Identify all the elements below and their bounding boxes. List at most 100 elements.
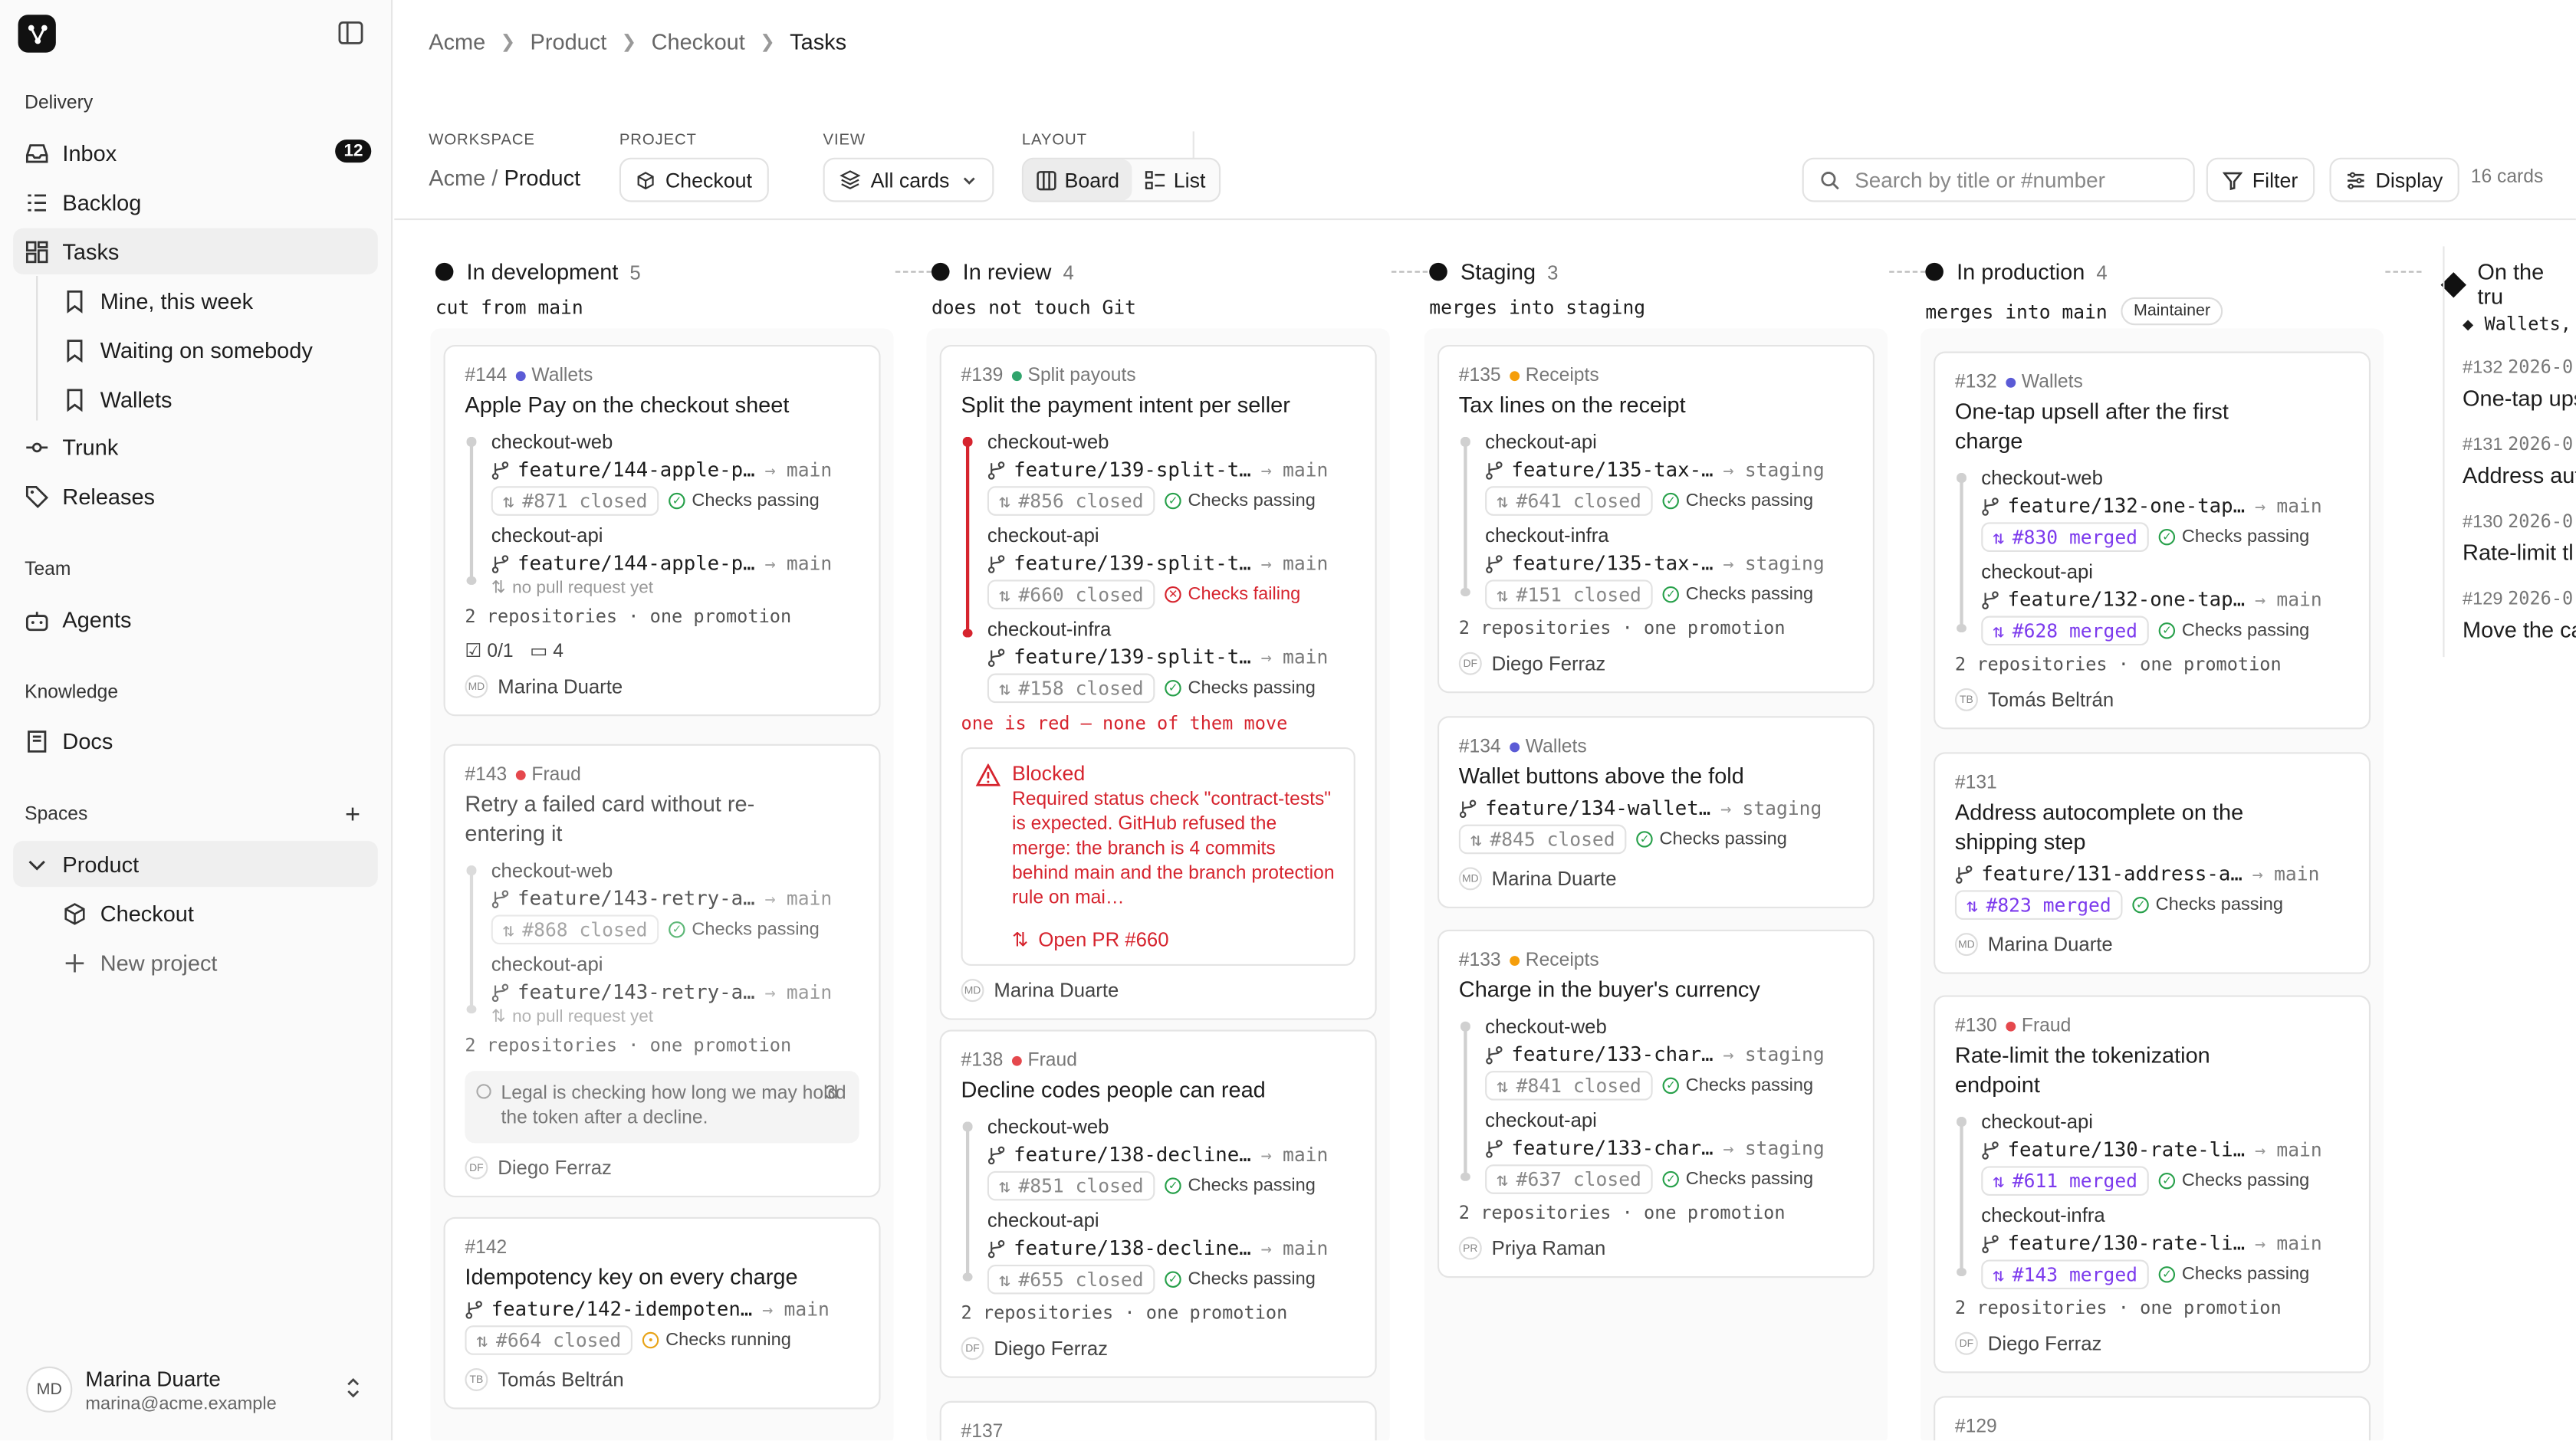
- checks-status: ✓ Checks passing: [2158, 621, 2309, 641]
- task-card-143[interactable]: #143 Fraud Retry a failed card without re…: [443, 743, 881, 1198]
- branch-target: main: [2276, 494, 2322, 517]
- search-input[interactable]: Search by title or #number: [1802, 157, 2195, 202]
- pr-badge[interactable]: ⇅ #841 closed: [1485, 1071, 1653, 1101]
- sidebar-item-label: Releases: [62, 484, 156, 509]
- column-count: 5: [629, 260, 641, 284]
- breadcrumb-checkout[interactable]: Checkout: [652, 30, 745, 54]
- sidebar-item-label: Product: [62, 852, 140, 877]
- note-age: 3d: [825, 1084, 846, 1104]
- card-title: Rate-limit the tokenization endpoint: [1954, 1042, 2210, 1098]
- trunk-item-title[interactable]: Move the ca: [2463, 618, 2576, 642]
- workspace-value[interactable]: Acme / Product: [429, 166, 580, 190]
- app-logo[interactable]: [18, 15, 56, 53]
- task-card-132[interactable]: #132 Wallets One-tap upsell after the fir…: [1934, 351, 2371, 730]
- sidebar-item-wallets[interactable]: Wallets: [49, 376, 378, 422]
- check-icon: ✓: [2132, 896, 2150, 914]
- user-menu[interactable]: MD Marina Duarte marina@acme.example: [13, 1350, 378, 1429]
- layout-list-button[interactable]: List: [1132, 159, 1218, 201]
- sidebar-item-inbox[interactable]: Inbox 12: [13, 130, 378, 176]
- breadcrumb-acme[interactable]: Acme: [429, 30, 485, 54]
- plus-icon: [65, 953, 84, 972]
- sidebar-item-agents[interactable]: Agents: [13, 596, 378, 642]
- pr-badge[interactable]: ⇅ #641 closed: [1485, 486, 1653, 516]
- chevron-right-icon: ❯: [760, 32, 775, 53]
- sidebar-item-releases[interactable]: Releases: [13, 473, 378, 519]
- sidebar-toggle-icon[interactable]: [338, 21, 363, 44]
- trunk-item-title[interactable]: Address aut: [2463, 463, 2576, 487]
- repo-list: checkout-api feature/135-tax-… → staging …: [1459, 430, 1853, 609]
- pr-badge[interactable]: ⇅ #611 merged: [1981, 1166, 2150, 1196]
- pr-badge[interactable]: ⇅ #851 closed: [987, 1170, 1155, 1201]
- breadcrumb-product[interactable]: Product: [531, 30, 607, 54]
- pr-badge[interactable]: ⇅ #628 merged: [1981, 615, 2150, 646]
- filter-button[interactable]: Filter: [2206, 157, 2315, 202]
- task-card-138[interactable]: #138 Fraud Decline codes people can read …: [939, 1029, 1377, 1378]
- tasks-icon: [25, 240, 48, 263]
- branch-row: feature/138-decline… → main: [987, 1237, 1355, 1260]
- task-card-130[interactable]: #130 Fraud Rate-limit the tokenization en…: [1934, 995, 2371, 1374]
- pr-badge[interactable]: ⇅ #868 closed: [491, 914, 659, 945]
- sidebar-item-trunk[interactable]: Trunk: [13, 424, 378, 470]
- pr-badge[interactable]: ⇅ #637 closed: [1485, 1164, 1653, 1194]
- sidebar-item-product[interactable]: Product: [13, 841, 378, 888]
- task-card-139[interactable]: #139 Split payouts Split the payment inte…: [939, 344, 1377, 1020]
- pr-badge[interactable]: ⇅ #871 closed: [491, 486, 659, 516]
- project-select[interactable]: Checkout: [619, 157, 769, 202]
- branch-icon: [987, 461, 1005, 479]
- pr-badge[interactable]: ⇅ #143 merged: [1981, 1259, 2150, 1290]
- task-card-137[interactable]: #137: [939, 1400, 1377, 1441]
- branch-row: feature/131-address-a… → main: [1955, 862, 2349, 885]
- branch-row: feature/135-tax-… → staging: [1485, 458, 1853, 481]
- pr-badge[interactable]: ⇅ #856 closed: [987, 486, 1155, 516]
- pr-badge[interactable]: ⇅ #655 closed: [987, 1264, 1155, 1295]
- layout-board-button[interactable]: Board: [1023, 159, 1133, 201]
- status-dot: [1429, 262, 1447, 281]
- task-card-134[interactable]: #134 Wallets Wallet buttons above the fol…: [1437, 716, 1875, 908]
- repo-rail: [1957, 1117, 1964, 1276]
- pr-icon: ⇅: [491, 1006, 506, 1027]
- branch-name: feature/139-split-t…: [1014, 458, 1251, 481]
- sidebar: Delivery Inbox 12 Backlog Tasks Mine, th…: [0, 0, 393, 1441]
- sidebar-item-backlog[interactable]: Backlog: [13, 179, 378, 225]
- pr-badge[interactable]: ⇅ #845 closed: [1458, 824, 1627, 855]
- checks-status: • Checks running: [642, 1331, 791, 1350]
- pr-badge[interactable]: ⇅ #830 merged: [1981, 522, 2150, 552]
- column-header-staging[interactable]: Staging 3: [1429, 260, 1558, 284]
- check-icon: ✓: [1662, 492, 1680, 510]
- repo-list: checkout-api feature/130-rate-li… → main …: [1955, 1111, 2349, 1290]
- task-card-131[interactable]: #131 Address autocomplete on the shippin…: [1934, 752, 2371, 974]
- pr-badge[interactable]: ⇅ #664 closed: [465, 1325, 633, 1355]
- new-project-button[interactable]: New project: [49, 940, 378, 986]
- display-button[interactable]: Display: [2329, 157, 2459, 202]
- view-label: VIEW: [823, 131, 866, 149]
- card-id: #131: [1954, 773, 1997, 793]
- checks-label: Checks passing: [1188, 1176, 1316, 1196]
- card-id: #138: [961, 1051, 1004, 1072]
- task-card-135[interactable]: #135 Receipts Tax lines on the receipt ch…: [1437, 344, 1875, 694]
- no-pr-label: no pull request yet: [512, 578, 654, 598]
- column-header-in-development[interactable]: In development 5: [435, 260, 641, 284]
- task-card-144[interactable]: #144 Wallets Apple Pay on the checkout sh…: [443, 344, 881, 717]
- owner-avatar: MD: [961, 979, 984, 1003]
- task-card-129[interactable]: #129: [1934, 1396, 2371, 1441]
- sidebar-item-waiting[interactable]: Waiting on somebody: [49, 327, 378, 373]
- task-card-142[interactable]: #142 Idempotency key on every charge fea…: [443, 1216, 881, 1410]
- task-card-133[interactable]: #133 Receipts Charge in the buyer's curre…: [1437, 929, 1875, 1279]
- sidebar-item-mine[interactable]: Mine, this week: [49, 277, 378, 323]
- pr-badge[interactable]: ⇅ #660 closed: [987, 579, 1155, 609]
- sidebar-item-label: Agents: [62, 606, 132, 632]
- column-header-in-review[interactable]: In review 4: [931, 260, 1074, 284]
- sidebar-item-docs[interactable]: Docs: [13, 717, 378, 763]
- pr-badge[interactable]: ⇅ #151 closed: [1485, 579, 1653, 609]
- sidebar-item-checkout[interactable]: Checkout: [49, 890, 378, 936]
- column-header-in-production[interactable]: In production 4: [1925, 260, 2108, 284]
- add-space-icon[interactable]: +: [345, 802, 360, 832]
- sidebar-item-tasks[interactable]: Tasks: [13, 228, 378, 274]
- pr-badge[interactable]: ⇅ #823 merged: [1954, 890, 2123, 920]
- pr-badge[interactable]: ⇅ #158 closed: [987, 673, 1155, 704]
- branch-target: staging: [1744, 1042, 1825, 1066]
- trunk-item-title[interactable]: One-tap ups: [2463, 386, 2576, 411]
- open-pr-link[interactable]: ⇅ Open PR #660: [1012, 928, 1337, 951]
- trunk-item-title[interactable]: Rate-limit tl: [2463, 540, 2574, 565]
- view-select[interactable]: All cards: [823, 157, 994, 202]
